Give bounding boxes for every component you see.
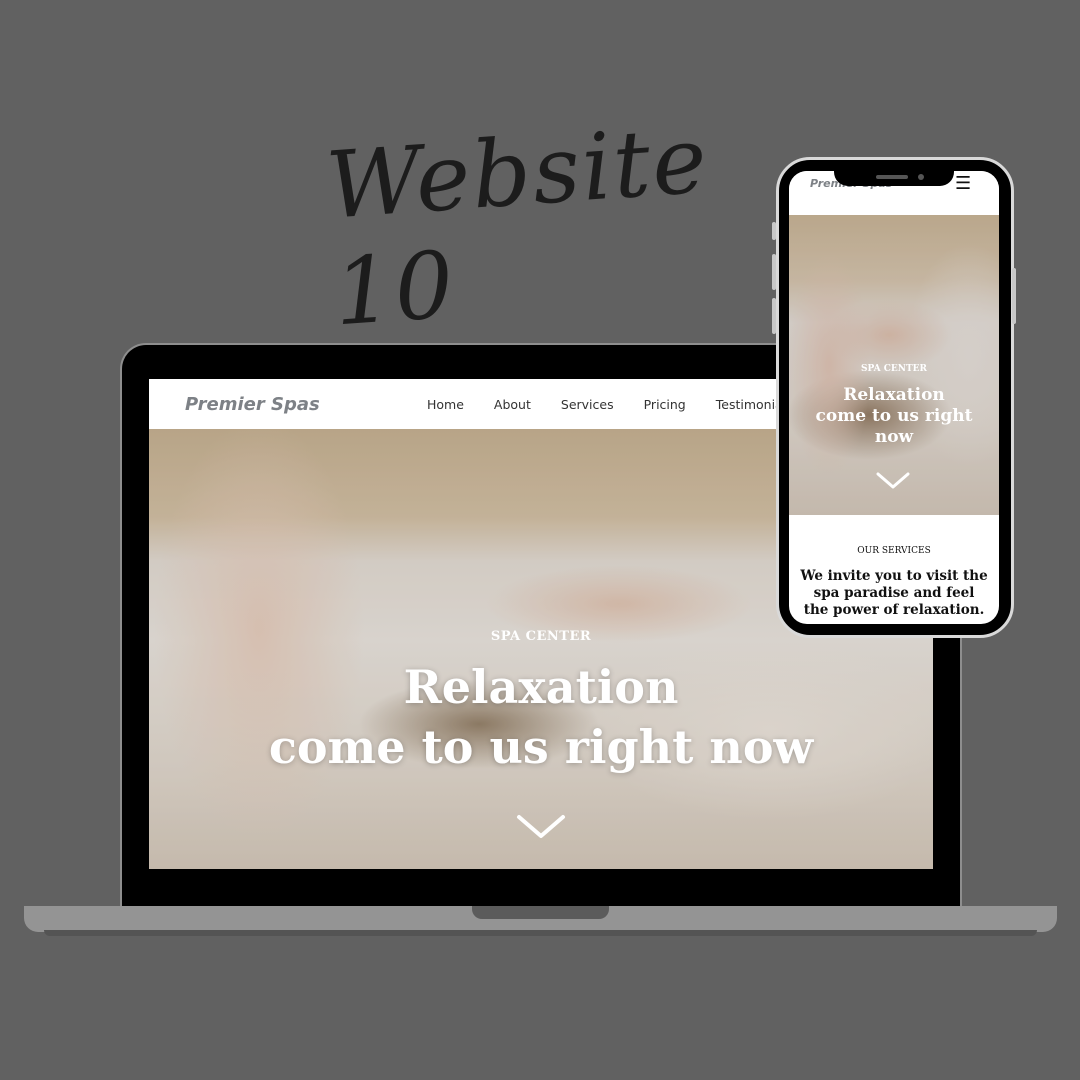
phone-side-button xyxy=(772,298,776,334)
desktop-hero-title: Relaxation come to us right now xyxy=(149,657,933,777)
nav-link-services[interactable]: Services xyxy=(561,397,614,412)
services-text-line-2: spa paradise and feel xyxy=(813,585,975,601)
laptop-base-shadow xyxy=(44,930,1037,936)
phone-side-button xyxy=(772,222,776,240)
services-section-label: OUR SERVICES xyxy=(857,546,931,556)
desktop-nav-links: Home About Services Pricing Testimonials xyxy=(427,379,823,429)
services-text-line-3: the power of relaxation. xyxy=(803,602,985,618)
mobile-hero-title-line-2: come to us right xyxy=(815,406,973,426)
chevron-down-icon[interactable] xyxy=(515,812,567,840)
mobile-hero-title: Relaxation come to us right now xyxy=(789,385,999,448)
chevron-down-icon[interactable] xyxy=(875,471,911,491)
mockup-headline: Website 10 xyxy=(323,106,713,347)
phone-side-button xyxy=(772,254,776,290)
phone-screen: Premier Spas ☰ SPA CENTER Relaxation com… xyxy=(789,171,999,624)
mobile-hero-title-line-3: now xyxy=(874,427,914,447)
services-section-text: We invite you to visit the spa paradise … xyxy=(789,568,999,619)
nav-link-home[interactable]: Home xyxy=(427,397,464,412)
mobile-hero: SPA CENTER Relaxation come to us right n… xyxy=(789,215,999,515)
nav-link-about[interactable]: About xyxy=(494,397,531,412)
desktop-hero-title-line-1: Relaxation xyxy=(403,660,679,714)
desktop-brand-logo[interactable]: Premier Spas xyxy=(185,394,320,415)
phone-camera xyxy=(918,174,924,180)
phone-side-button xyxy=(1012,268,1016,324)
laptop-trackpad-notch xyxy=(472,906,609,919)
phone-speaker xyxy=(876,175,908,179)
hamburger-icon[interactable]: ☰ xyxy=(955,173,971,194)
nav-link-pricing[interactable]: Pricing xyxy=(644,397,686,412)
mobile-hero-eyebrow: SPA CENTER xyxy=(860,364,927,374)
mobile-hero-title-line-1: Relaxation xyxy=(843,385,945,405)
desktop-hero-title-line-2: come to us right now xyxy=(268,720,814,774)
services-text-line-1: We invite you to visit the xyxy=(800,568,988,584)
